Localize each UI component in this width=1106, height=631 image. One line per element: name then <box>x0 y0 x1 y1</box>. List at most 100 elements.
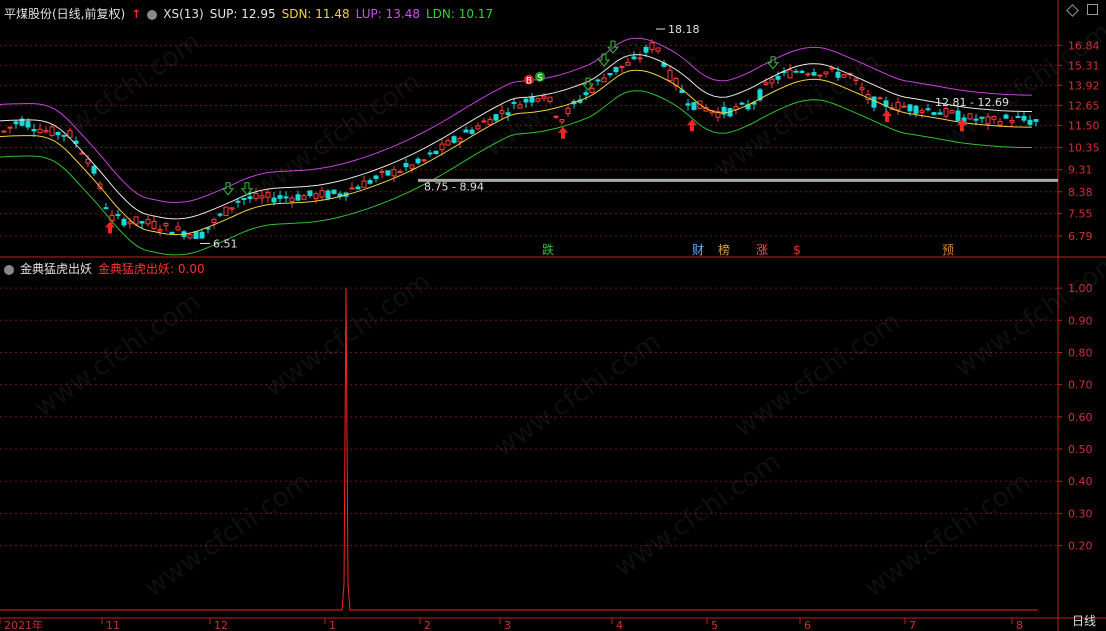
candle-body <box>937 112 943 115</box>
diamond-icon[interactable] <box>1066 4 1079 17</box>
candle-body <box>25 121 31 128</box>
candle-body <box>595 79 601 82</box>
lup-line <box>0 37 1032 204</box>
y-tick-label: 16.84 <box>1068 39 1100 52</box>
candle-body <box>157 229 163 232</box>
candle-body <box>835 71 841 78</box>
candle-body <box>667 69 673 82</box>
candle-body <box>127 221 133 225</box>
candle-body <box>43 130 49 133</box>
candle-body <box>217 213 223 216</box>
candle-body <box>163 223 169 227</box>
candle-body <box>1033 119 1039 122</box>
candle-body <box>421 159 427 162</box>
sub-indicator-value: 金典猛虎出妖: 0.00 <box>98 262 205 276</box>
candle-body <box>769 78 775 84</box>
candle-body <box>169 231 175 235</box>
candle-body <box>463 129 469 133</box>
indicator-name[interactable]: XS(13) <box>163 7 203 21</box>
candle-body <box>493 114 499 121</box>
y-tick-label: 10.35 <box>1068 141 1100 154</box>
y-tick-label: 6.79 <box>1068 230 1093 243</box>
sub-indicator-name[interactable]: 金典猛虎出妖 <box>20 262 92 276</box>
candle-body <box>739 102 745 105</box>
candle-body <box>91 166 97 174</box>
x-tick-label: 8 <box>1016 619 1023 631</box>
candle-body <box>943 108 949 117</box>
candle-body <box>427 152 433 155</box>
sell-badge-label: S <box>537 74 543 84</box>
candle-body <box>991 116 997 120</box>
candle-body <box>1003 114 1009 119</box>
chevron-down-icon[interactable] <box>147 9 158 20</box>
candle-body <box>853 78 859 82</box>
candle-body <box>907 104 913 112</box>
candle-body <box>313 193 319 200</box>
sdn-value: SDN: 11.48 <box>281 7 350 21</box>
candle-body <box>973 118 979 121</box>
candle-body <box>817 74 823 77</box>
candle-body <box>361 180 367 188</box>
candle-body <box>487 118 493 126</box>
x-tick-label: 7 <box>909 619 916 631</box>
candle-body <box>505 112 511 116</box>
event-marker: 跌 <box>542 242 554 257</box>
candle-body <box>535 98 541 102</box>
candle-body <box>199 231 205 239</box>
candle-body <box>445 140 451 146</box>
candle-body <box>631 56 637 60</box>
candle-body <box>1009 120 1015 123</box>
candle-body <box>655 47 661 52</box>
candle-body <box>223 206 229 217</box>
candle-body <box>133 216 139 225</box>
candle-body <box>241 197 247 201</box>
chevron-down-icon[interactable] <box>4 264 14 275</box>
candle-body <box>373 175 379 180</box>
candle-body <box>253 192 259 200</box>
candle-body <box>565 107 571 115</box>
candle-body <box>955 110 961 121</box>
candle-body <box>115 214 121 217</box>
maximize-icon[interactable] <box>1087 4 1098 15</box>
y-tick-label: 0.20 <box>1068 540 1093 553</box>
candle-body <box>871 96 877 108</box>
candle-body <box>139 221 145 224</box>
candle-body <box>175 226 181 231</box>
candle-body <box>1027 119 1033 125</box>
candle-body <box>349 187 355 190</box>
x-tick-label: 2 <box>424 619 431 631</box>
candle-body <box>475 125 481 130</box>
y-tick-label: 0.50 <box>1068 443 1093 456</box>
y-tick-label: 13.92 <box>1068 79 1100 92</box>
y-tick-label: 0.40 <box>1068 475 1093 488</box>
candle-body <box>457 138 463 143</box>
lup-value: LUP: 13.48 <box>355 7 420 21</box>
candle-body <box>919 110 925 114</box>
candle-body <box>637 57 643 60</box>
y-tick-label: 11.50 <box>1068 119 1100 132</box>
candle-body <box>775 75 781 80</box>
candle-body <box>403 163 409 168</box>
timeframe-label[interactable]: 日线 <box>1072 612 1096 629</box>
candle-body <box>55 131 61 136</box>
y-tick-label: 0.30 <box>1068 507 1093 520</box>
candle-body <box>307 190 313 197</box>
stock-name[interactable]: 平煤股份(日线,前复权) <box>4 7 125 21</box>
y-tick-label: 1.00 <box>1068 282 1093 295</box>
candle-body <box>121 218 127 226</box>
candle-body <box>619 66 625 69</box>
sell-arrow-icon <box>606 40 620 54</box>
candle-body <box>499 110 505 114</box>
level-label: 8.75 - 8.94 <box>424 180 484 193</box>
candle-body <box>7 126 13 129</box>
candle-body <box>469 129 475 134</box>
y-tick-label: 0.60 <box>1068 411 1093 424</box>
candle-body <box>1 130 7 133</box>
candle-body <box>763 82 769 85</box>
event-marker: 财 <box>692 243 704 257</box>
sup-value: SUP: 12.95 <box>209 7 276 21</box>
x-tick-label: 6 <box>804 619 811 631</box>
candle-body <box>685 103 691 106</box>
candle-body <box>613 66 619 73</box>
candle-body <box>931 112 937 115</box>
